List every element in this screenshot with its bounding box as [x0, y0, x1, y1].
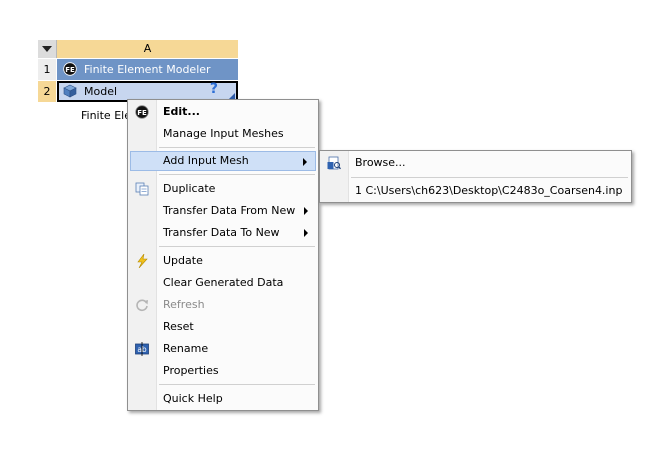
- svg-text:FE: FE: [137, 109, 147, 117]
- refresh-icon: [136, 299, 148, 312]
- menu-item-properties[interactable]: Properties: [130, 361, 316, 381]
- model-cube-icon: [63, 84, 77, 98]
- menu-item-clear-generated-data[interactable]: Clear Generated Data: [130, 273, 316, 293]
- menu-item-transfer-data-to-new[interactable]: Transfer Data To New: [130, 223, 316, 243]
- submenu-item-recent-file[interactable]: 1 C:\Users\ch623\Desktop\C2483o_Coarsen4…: [322, 181, 629, 201]
- menu-item-edit[interactable]: FE Edit...: [130, 102, 316, 122]
- menu-item-rename[interactable]: ab Rename: [130, 339, 316, 359]
- svg-text:FE: FE: [65, 66, 75, 74]
- submenu-item-browse[interactable]: Browse...: [322, 153, 629, 173]
- menu-item-quick-help[interactable]: Quick Help: [130, 389, 316, 409]
- menu-item-label: Refresh: [163, 298, 205, 311]
- fe-icon: FE: [135, 105, 149, 119]
- lightning-icon: [137, 254, 148, 268]
- menu-item-update[interactable]: Update: [130, 251, 316, 271]
- system-caption: Finite Ele: [81, 109, 131, 122]
- system-cell-fem[interactable]: FE Finite Element Modeler: [57, 59, 238, 80]
- column-header-a: A: [57, 40, 238, 58]
- menu-item-add-input-mesh[interactable]: Add Input Mesh: [130, 151, 316, 171]
- context-menu: FE Edit... Manage Input Meshes Add Input…: [127, 99, 319, 411]
- menu-item-label: Transfer Data To New: [163, 226, 280, 239]
- fe-icon: FE: [63, 62, 77, 76]
- rename-icon: ab: [135, 342, 149, 356]
- browse-file-icon: [327, 156, 341, 170]
- menu-item-reset[interactable]: Reset: [130, 317, 316, 337]
- menu-item-label: Browse...: [355, 156, 406, 169]
- menu-item-label: Clear Generated Data: [163, 276, 284, 289]
- menu-separator: [159, 147, 315, 148]
- add-input-mesh-submenu: Browse... 1 C:\Users\ch623\Desktop\C2483…: [319, 150, 632, 203]
- submenu-arrow-icon: [304, 229, 308, 237]
- submenu-arrow-icon: [303, 158, 307, 166]
- menu-separator: [159, 246, 315, 247]
- menu-item-label: Rename: [163, 342, 209, 355]
- menu-separator: [351, 177, 628, 178]
- select-all-corner[interactable]: [38, 40, 57, 58]
- submenu-arrow-icon: [304, 207, 308, 215]
- menu-item-label: Add Input Mesh: [163, 154, 249, 167]
- menu-item-label: Transfer Data From New: [163, 204, 296, 217]
- cell-label-fem: Finite Element Modeler: [84, 63, 211, 76]
- menu-item-label: Quick Help: [163, 392, 223, 405]
- row-number-1: 1: [38, 59, 56, 80]
- menu-item-label: Duplicate: [163, 182, 216, 195]
- menu-separator: [159, 174, 315, 175]
- menu-item-label: Reset: [163, 320, 194, 333]
- duplicate-icon: [135, 182, 149, 196]
- row-number-2: 2: [38, 81, 56, 102]
- menu-item-transfer-data-from-new[interactable]: Transfer Data From New: [130, 201, 316, 221]
- cell-label-model: Model: [84, 85, 118, 98]
- menu-item-label: 1 C:\Users\ch623\Desktop\C2483o_Coarsen4…: [355, 184, 623, 197]
- menu-item-label: Properties: [163, 364, 219, 377]
- menu-item-label: Manage Input Meshes: [163, 127, 284, 140]
- menu-separator: [159, 384, 315, 385]
- menu-item-manage-input-meshes[interactable]: Manage Input Meshes: [130, 124, 316, 144]
- menu-item-duplicate[interactable]: Duplicate: [130, 179, 316, 199]
- question-status-icon: ?: [209, 81, 218, 97]
- menu-item-label: Edit...: [163, 105, 200, 118]
- menu-item-refresh: Refresh: [130, 295, 316, 315]
- menu-item-label: Update: [163, 254, 203, 267]
